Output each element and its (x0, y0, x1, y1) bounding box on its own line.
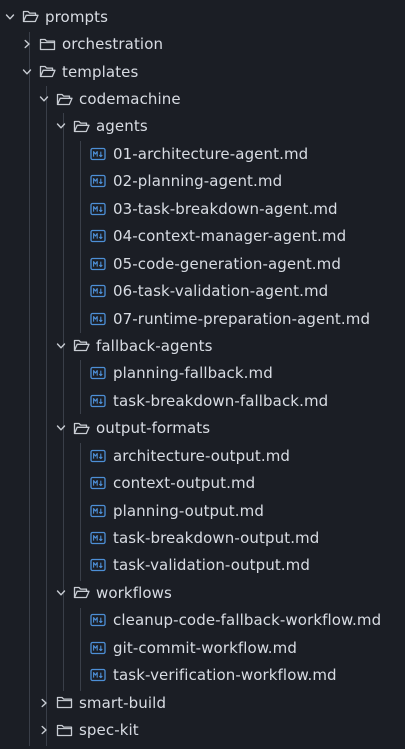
file-label: task-verification-workflow.md (113, 666, 337, 685)
tree-folder-codemachine[interactable]: codemachine (0, 85, 405, 112)
tree-file[interactable]: 03-task-breakdown-agent.md (0, 195, 405, 222)
folder-open-icon (56, 92, 73, 107)
tree-file[interactable]: task-breakdown-fallback.md (0, 387, 405, 414)
tree-folder-prompts[interactable]: prompts (0, 3, 405, 30)
file-label: task-breakdown-output.md (113, 529, 320, 548)
folder-label: agents (96, 117, 148, 136)
markdown-file-icon (90, 312, 106, 326)
chevron-down-icon[interactable] (3, 10, 17, 24)
folder-label: smart-build (79, 693, 167, 712)
tree-folder-spec-kit[interactable]: spec-kit (0, 716, 405, 743)
markdown-file-icon (90, 284, 106, 298)
folder-label: codemachine (79, 90, 181, 109)
file-label: 01-architecture-agent.md (113, 144, 309, 163)
tree-file[interactable]: cleanup-code-fallback-workflow.md (0, 607, 405, 634)
file-explorer-tree: prompts orchestration templates codemach… (0, 0, 405, 749)
file-label: context-output.md (113, 474, 256, 493)
tree-file[interactable]: context-output.md (0, 469, 405, 496)
folder-open-icon (73, 585, 90, 600)
tree-file[interactable]: task-breakdown-output.md (0, 524, 405, 551)
folder-icon (39, 37, 56, 52)
folder-open-icon (22, 9, 39, 24)
chevron-down-icon[interactable] (54, 421, 68, 435)
file-label: 07-runtime-preparation-agent.md (113, 309, 371, 328)
tree-file[interactable]: task-validation-output.md (0, 552, 405, 579)
chevron-right-icon[interactable] (37, 696, 51, 710)
markdown-file-icon (90, 394, 106, 408)
markdown-file-icon (90, 202, 106, 216)
folder-label: spec-kit (79, 721, 139, 740)
tree-folder-smart-build[interactable]: smart-build (0, 689, 405, 716)
folder-label: output-formats (96, 419, 211, 438)
folder-label: workflows (96, 583, 172, 602)
tree-file[interactable]: git-commit-workflow.md (0, 634, 405, 661)
markdown-file-icon (90, 229, 106, 243)
markdown-file-icon (90, 174, 106, 188)
tree-folder-output-formats[interactable]: output-formats (0, 415, 405, 442)
file-label: planning-output.md (113, 501, 264, 520)
file-label: task-breakdown-fallback.md (113, 391, 329, 410)
folder-label: templates (62, 62, 139, 81)
tree-file[interactable]: 01-architecture-agent.md (0, 140, 405, 167)
tree-file[interactable]: task-verification-workflow.md (0, 662, 405, 689)
chevron-down-icon[interactable] (37, 92, 51, 106)
chevron-down-icon[interactable] (20, 65, 34, 79)
markdown-file-icon (90, 257, 106, 271)
folder-open-icon (73, 119, 90, 134)
chevron-down-icon[interactable] (54, 586, 68, 600)
folder-label: prompts (45, 7, 109, 26)
file-label: 06-task-validation-agent.md (113, 282, 329, 301)
markdown-file-icon (90, 504, 106, 518)
file-label: architecture-output.md (113, 446, 291, 465)
folder-label: fallback-agents (96, 336, 213, 355)
chevron-right-icon[interactable] (37, 723, 51, 737)
markdown-file-icon (90, 641, 106, 655)
tree-file[interactable]: 07-runtime-preparation-agent.md (0, 305, 405, 332)
file-label: 03-task-breakdown-agent.md (113, 199, 338, 218)
tree-file[interactable]: 02-planning-agent.md (0, 168, 405, 195)
folder-open-icon (39, 64, 56, 79)
tree-folder-fallback-agents[interactable]: fallback-agents (0, 332, 405, 359)
file-label: 04-context-manager-agent.md (113, 227, 347, 246)
chevron-right-icon[interactable] (20, 37, 34, 51)
folder-icon (56, 723, 73, 738)
file-label: 02-planning-agent.md (113, 172, 283, 191)
tree-folder-agents[interactable]: agents (0, 113, 405, 140)
markdown-file-icon (90, 668, 106, 682)
folder-open-icon (73, 338, 90, 353)
file-label: git-commit-workflow.md (113, 638, 298, 657)
tree-file[interactable]: 05-code-generation-agent.md (0, 250, 405, 277)
tree-file[interactable]: architecture-output.md (0, 442, 405, 469)
file-label: planning-fallback.md (113, 364, 273, 383)
markdown-file-icon (90, 147, 106, 161)
tree-folder-workflows[interactable]: workflows (0, 579, 405, 606)
file-label: task-validation-output.md (113, 556, 311, 575)
tree-file[interactable]: 06-task-validation-agent.md (0, 277, 405, 304)
tree-file[interactable]: planning-fallback.md (0, 360, 405, 387)
tree-file[interactable]: planning-output.md (0, 497, 405, 524)
tree-file[interactable]: 04-context-manager-agent.md (0, 223, 405, 250)
file-label: cleanup-code-fallback-workflow.md (113, 611, 382, 630)
file-label: 05-code-generation-agent.md (113, 254, 342, 273)
markdown-file-icon (90, 613, 106, 627)
tree-folder-orchestration[interactable]: orchestration (0, 30, 405, 57)
markdown-file-icon (90, 476, 106, 490)
chevron-down-icon[interactable] (54, 339, 68, 353)
folder-label: orchestration (62, 35, 164, 54)
markdown-file-icon (90, 449, 106, 463)
markdown-file-icon (90, 558, 106, 572)
markdown-file-icon (90, 366, 106, 380)
markdown-file-icon (90, 531, 106, 545)
chevron-down-icon[interactable] (54, 119, 68, 133)
tree-folder-templates[interactable]: templates (0, 58, 405, 85)
folder-icon (56, 695, 73, 710)
folder-open-icon (73, 421, 90, 436)
